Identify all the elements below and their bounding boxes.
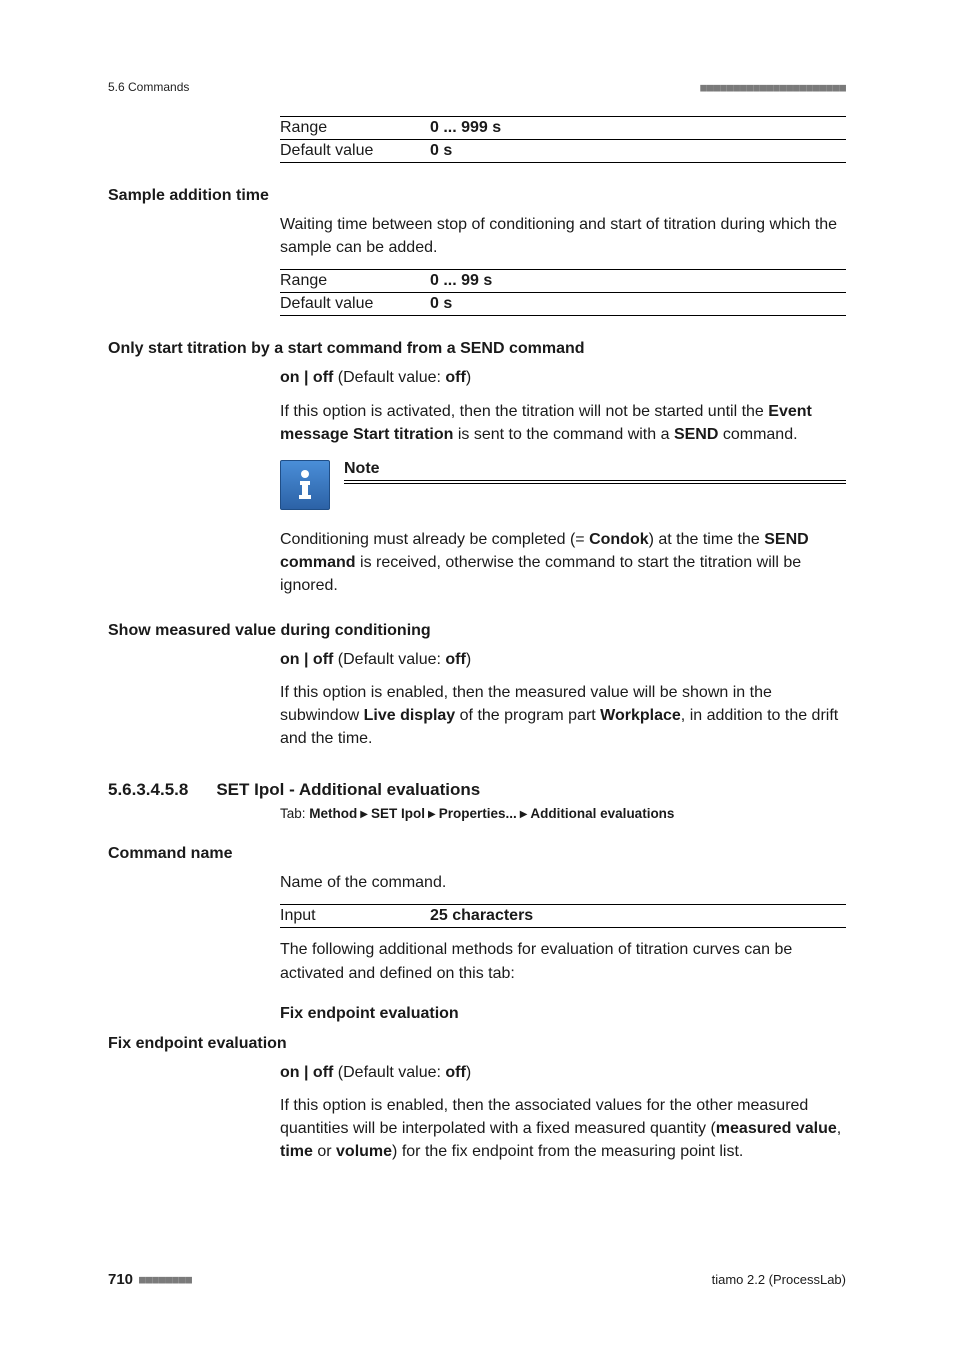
note-body: Conditioning must already be completed (…: [280, 528, 846, 598]
breadcrumb: Tab: Method▶SET Ipol▶Properties...▶Addit…: [280, 806, 846, 821]
table-row: Default value 0 s: [280, 139, 846, 162]
onoff-line-2: on | off (Default value: off): [280, 648, 846, 671]
command-name-desc: Name of the command.: [280, 871, 846, 894]
section-heading: 5.6.3.4.5.8 SET Ipol - Additional evalua…: [108, 780, 846, 800]
breadcrumb-item: Method: [309, 806, 357, 821]
footer-ornament: ■■■■■■■■: [139, 1273, 192, 1286]
fix-endpoint-desc: If this option is enabled, then the asso…: [280, 1094, 846, 1164]
label-only-start: Only start titration by a start command …: [108, 340, 846, 358]
chevron-right-icon: ▶: [425, 809, 439, 820]
section-number: 5.6.3.4.5.8: [108, 780, 188, 800]
kv-key: Input: [280, 907, 430, 925]
kv-value: 0 ... 99 s: [430, 272, 492, 290]
label-fix-endpoint: Fix endpoint evaluation: [108, 1035, 846, 1053]
info-icon: [280, 460, 330, 510]
table-row: Range 0 ... 999 s: [280, 117, 846, 139]
only-start-desc: If this option is activated, then the ti…: [280, 400, 846, 446]
content-column: Range 0 ... 999 s Default value 0 s: [280, 116, 846, 163]
kv-key: Default value: [280, 142, 430, 160]
input-table: Input 25 characters: [280, 904, 846, 928]
page: 5.6 Commands ■■■■■■■■■■■■■■■■■■■■■■ Rang…: [0, 0, 954, 1350]
header-section: 5.6 Commands: [108, 80, 189, 94]
kv-key: Range: [280, 272, 430, 290]
kv-value: 0 s: [430, 142, 452, 160]
sample-addition-desc: Waiting time between stop of conditionin…: [280, 213, 846, 259]
footer-left: 710 ■■■■■■■■: [108, 1271, 192, 1288]
kv-key: Range: [280, 119, 430, 137]
subheading-fix-endpoint: Fix endpoint evaluation: [280, 1005, 846, 1023]
page-number: 710: [108, 1271, 133, 1288]
kv-key: Default value: [280, 295, 430, 313]
breadcrumb-item: SET Ipol: [371, 806, 425, 821]
kv-value: 0 s: [430, 295, 452, 313]
breadcrumb-item: Additional evaluations: [530, 806, 674, 821]
label-command-name: Command name: [108, 845, 846, 863]
kv-value: 25 characters: [430, 907, 533, 925]
table-row: Range 0 ... 99 s: [280, 270, 846, 292]
after-input-desc: The following additional methods for eva…: [280, 938, 846, 984]
breadcrumb-item: Properties...: [439, 806, 517, 821]
note-box: Note Conditioning must already be comple…: [280, 460, 846, 598]
header-ornament: ■■■■■■■■■■■■■■■■■■■■■■: [700, 81, 846, 94]
kv-value: 0 ... 999 s: [430, 119, 501, 137]
chevron-right-icon: ▶: [357, 809, 371, 820]
section-title: SET Ipol - Additional evaluations: [216, 780, 480, 800]
onoff-line-1: on | off (Default value: off): [280, 366, 846, 389]
note-title: Note: [344, 460, 846, 480]
page-footer: 710 ■■■■■■■■ tiamo 2.2 (ProcessLab): [108, 1271, 846, 1288]
table-row: Default value 0 s: [280, 292, 846, 315]
onoff-options: on | off: [280, 369, 333, 386]
pause-table: Range 0 ... 999 s Default value 0 s: [280, 116, 846, 163]
breadcrumb-label: Tab:: [280, 806, 309, 821]
chevron-right-icon: ▶: [517, 809, 531, 820]
note-rule: [344, 480, 846, 484]
label-show-measured: Show measured value during conditioning: [108, 622, 846, 640]
onoff-line-3: on | off (Default value: off): [280, 1061, 846, 1084]
sample-table: Range 0 ... 99 s Default value 0 s: [280, 269, 846, 316]
label-sample-addition-time: Sample addition time: [108, 187, 846, 205]
footer-product: tiamo 2.2 (ProcessLab): [712, 1272, 846, 1287]
page-header: 5.6 Commands ■■■■■■■■■■■■■■■■■■■■■■: [108, 80, 846, 94]
show-measured-desc: If this option is enabled, then the meas…: [280, 681, 846, 751]
